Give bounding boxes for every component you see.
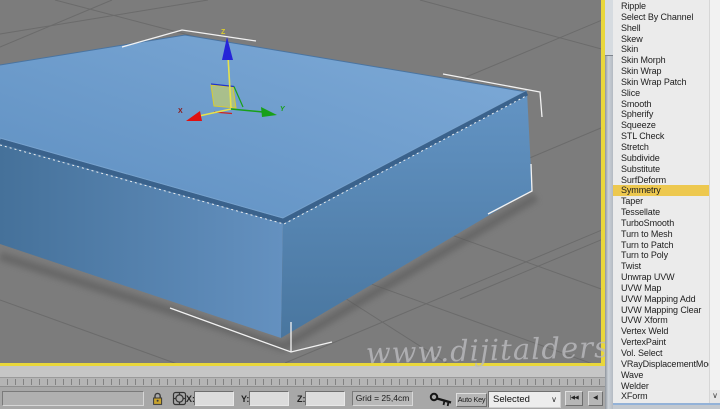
scroll-down-button[interactable]: ∨ [710,390,720,403]
modifier-list-item[interactable]: Welder [613,381,709,392]
modifier-list-item[interactable]: STL Check [613,131,709,142]
modifier-list-item[interactable]: Smooth [613,99,709,110]
modifier-list: Ripple Select By Channel Shell Skew Skin Skin… [613,0,709,403]
modifier-list-scrollbar[interactable]: ∨ [709,0,720,403]
modifier-list-item[interactable]: VRayDisplacementMod [613,359,709,370]
modifier-list-item[interactable]: TurboSmooth [613,218,709,229]
modifier-list-item[interactable]: SurfDeform [613,175,709,186]
gizmo-z-label: Z [221,29,226,36]
selection-lock-toggle[interactable] [149,390,166,407]
gizmo-plane-handle[interactable] [210,84,237,109]
lock-icon [153,392,163,405]
perspective-viewport[interactable]: Z X Y [0,0,605,366]
modifier-list-item[interactable]: UVW Xform [613,315,709,326]
modifier-list-item[interactable]: Turn to Mesh [613,229,709,240]
set-keys-button[interactable] [428,391,454,407]
y-coordinate-field[interactable] [249,391,289,406]
modifier-list-item[interactable]: Skin Wrap Patch [613,77,709,88]
previous-frame-button[interactable]: ◀| [588,391,603,406]
modifier-list-item[interactable]: XForm [613,391,709,402]
x-coordinate-field[interactable] [194,391,234,406]
modifier-list-item[interactable]: Spherify [613,109,709,120]
modifier-list-item[interactable]: Skin Wrap [613,66,709,77]
grid-size-indicator: Grid = 25,4cm [352,391,413,406]
modifier-list-item[interactable]: Substitute [613,164,709,175]
modifier-list-item[interactable]: Select By Channel [613,12,709,23]
modifier-list-item[interactable]: Subdivide [613,153,709,164]
modifier-list-item[interactable]: Tessellate [613,207,709,218]
modifier-list-item[interactable]: Wave [613,370,709,381]
dropdown-arrow-icon: ∨ [551,395,557,404]
modifier-list-item[interactable]: Turn to Patch [613,240,709,251]
selection-set-value: Selected [493,394,530,405]
modifier-list-item[interactable]: UVW Map [613,283,709,294]
modifier-list-item[interactable]: Skin [613,44,709,55]
modifier-list-dropdown: Ripple Select By Channel Shell Skew Skin Skin… [613,0,720,405]
gizmo-x-label: X [178,108,183,115]
modifier-list-item[interactable]: Taper [613,196,709,207]
modifier-list-item[interactable]: Vol. Select [613,348,709,359]
selection-set-dropdown[interactable]: Selected ∨ [488,391,561,408]
modifier-list-item[interactable]: Skin Morph [613,55,709,66]
modifier-list-item[interactable]: Vertex Weld [613,326,709,337]
modifier-list-item[interactable]: UVW Mapping Add [613,294,709,305]
go-to-start-button[interactable]: |◀◀ [565,391,583,406]
modifier-list-item[interactable]: Unwrap UVW [613,272,709,283]
modifier-list-item[interactable]: Twist [613,261,709,272]
modifier-list-item[interactable]: Turn to Poly [613,250,709,261]
modifier-list-item[interactable]: Ripple [613,1,709,12]
modifier-list-item[interactable]: UVW Mapping Clear [613,305,709,316]
modifier-list-item[interactable]: Skew [613,34,709,45]
scroll-down-arrow-icon: ∨ [712,391,718,400]
viewport-canvas: Z X Y [0,0,601,363]
transform-typein-icon [172,391,187,406]
modifier-list-item[interactable]: Slice [613,88,709,99]
modifier-list-item[interactable]: Stretch [613,142,709,153]
modifier-list-item[interactable]: VertexPaint [613,337,709,348]
modifier-list-item[interactable]: Squeeze [613,120,709,131]
modifier-list-item-highlighted[interactable]: Symmetry [613,185,709,197]
auto-key-button[interactable]: Auto Key [456,393,487,407]
z-coordinate-field[interactable] [305,391,345,406]
command-panel-scrollbar[interactable] [605,0,613,409]
key-icon [429,392,452,407]
status-prompt-field [2,391,144,406]
3ds-max-window: Z X Y www.dijitalders X: Y: Z: Grid = 25… [0,0,720,409]
modifier-list-item[interactable]: Shell [613,23,709,34]
command-panel-scroll-thumb[interactable] [605,0,613,56]
